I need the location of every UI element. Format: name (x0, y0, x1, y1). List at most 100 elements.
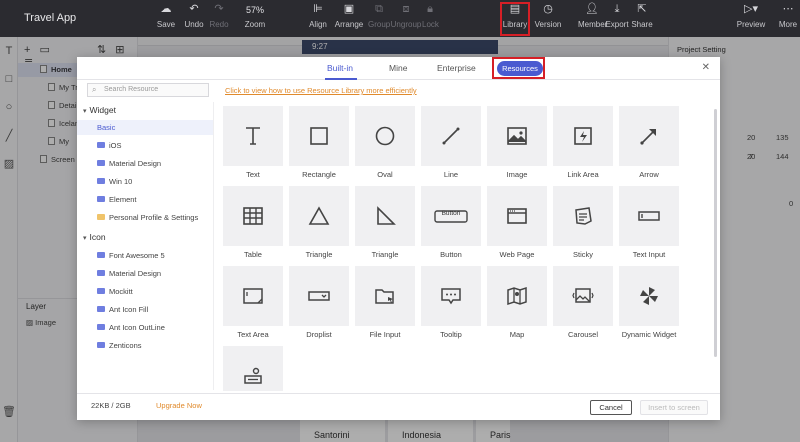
widget-oval[interactable]: Oval (355, 106, 415, 186)
category-personal-profile[interactable]: Personal Profile & Settings (77, 210, 213, 225)
export-button[interactable]: ⤓ Export (605, 4, 629, 29)
text-area-icon (243, 288, 263, 304)
tooltip-icon (441, 288, 461, 305)
widget-grid: Text Rectangle Oval Line Image Link Area… (223, 106, 715, 391)
align-button[interactable]: ⊫ Align (306, 4, 330, 29)
widget-button[interactable]: Button Button (421, 186, 481, 266)
widget-line[interactable]: Line (421, 106, 481, 186)
group-icon: ⧉ (375, 3, 383, 15)
widget-rectangle[interactable]: Rectangle (289, 106, 349, 186)
pinwheel-icon (640, 287, 658, 305)
widget-text[interactable]: Text (223, 106, 283, 186)
widget-image[interactable]: Image (487, 106, 547, 186)
category-ant-icon-outline[interactable]: Ant Icon OutLine (77, 320, 213, 335)
save-button[interactable]: ☁ Save (155, 4, 177, 29)
undo-button[interactable]: ↶ Undo (183, 4, 205, 29)
version-button[interactable]: ◷ Version (534, 4, 562, 29)
category-font-awesome[interactable]: Font Awesome 5 (77, 248, 213, 263)
widget-triangle[interactable]: Triangle (289, 186, 349, 266)
image-icon (507, 127, 527, 145)
widget-web-page[interactable]: Web Page (487, 186, 547, 266)
text-icon (246, 127, 260, 145)
tab-mine[interactable]: Mine (389, 63, 407, 73)
rectangle-icon (310, 127, 328, 145)
category-material-design-icons[interactable]: Material Design (77, 266, 213, 281)
zoom-value: 57% (245, 5, 264, 15)
lock-icon: 🔒︎ (427, 3, 433, 15)
search-resource-input[interactable]: ⌕ Search Resource (87, 83, 209, 97)
version-icon: ◷ (543, 3, 553, 15)
category-ant-icon-fill[interactable]: Ant Icon Fill (77, 302, 213, 317)
undo-icon: ↶ (189, 3, 199, 15)
widget-text-input[interactable]: Text Input (619, 186, 679, 266)
widget-table[interactable]: Table (223, 186, 283, 266)
help-link[interactable]: Click to view how to use Resource Librar… (225, 86, 417, 95)
cancel-button[interactable]: Cancel (590, 400, 632, 415)
widget-right-triangle[interactable]: Triangle (355, 186, 415, 266)
preview-button[interactable]: ▷▾ Preview (736, 4, 766, 29)
folder-icon (97, 288, 105, 294)
widget-file-input[interactable]: File Input (355, 266, 415, 346)
oval-icon (375, 126, 395, 146)
widget-text-area[interactable]: Text Area (223, 266, 283, 346)
folder-icon (97, 342, 105, 348)
zoom-control[interactable]: 57% Zoom (240, 4, 270, 29)
grid-scrollbar[interactable] (714, 109, 717, 357)
category-sidebar: ▾ Widget Basic iOS Material Design Win 10… (77, 102, 214, 390)
close-icon[interactable]: ✕ (702, 62, 710, 73)
widget-arrow[interactable]: Arrow (619, 106, 679, 186)
insert-to-screen-button[interactable]: Insert to screen (640, 400, 708, 415)
web-page-icon (507, 208, 527, 224)
folder-icon (97, 306, 105, 312)
save-icon: ☁ (160, 3, 172, 15)
widget-tooltip[interactable]: Tooltip (421, 266, 481, 346)
export-icon: ⤓ (614, 3, 620, 15)
lock-button[interactable]: 🔒︎ Lock (422, 3, 439, 29)
line-icon (442, 127, 460, 145)
member-button[interactable]: 👤︎ Member (578, 4, 607, 29)
widget-more[interactable] (223, 346, 283, 391)
widget-link-area[interactable]: Link Area (553, 106, 613, 186)
library-tabs: Built-in Mine Enterprise Resources ✕ (77, 57, 720, 80)
group-button[interactable]: ⧉ Group (368, 4, 390, 29)
widget-droplist[interactable]: Droplist (289, 266, 349, 346)
widget-extra-icon (244, 367, 262, 384)
widget-dynamic[interactable]: Dynamic Widget (619, 266, 679, 346)
tab-built-in[interactable]: Built-in (327, 63, 353, 73)
arrange-button[interactable]: ▣ Arrange (334, 4, 364, 29)
active-tab-indicator (325, 78, 357, 80)
library-highlight-box (500, 2, 530, 36)
category-ios[interactable]: iOS (77, 138, 213, 153)
category-material-design[interactable]: Material Design (77, 156, 213, 171)
category-basic[interactable]: Basic (77, 120, 213, 135)
tab-enterprise[interactable]: Enterprise (437, 63, 476, 73)
top-toolbar: Travel App ☁ Save ↶ Undo ↷ Redo 57% Zoom ⊫ Al… (0, 0, 800, 37)
redo-button[interactable]: ↷ Redo (208, 4, 230, 29)
category-element[interactable]: Element (77, 192, 213, 207)
carousel-icon (572, 288, 594, 303)
folder-icon (97, 178, 105, 184)
folder-icon (97, 214, 105, 220)
icon-section-header[interactable]: ▾ Icon (83, 232, 106, 242)
redo-icon: ↷ (214, 3, 224, 15)
share-button[interactable]: ⇱ Share (630, 4, 654, 29)
table-icon (243, 207, 263, 225)
category-zenticons[interactable]: Zenticons (77, 338, 213, 353)
share-icon: ⇱ (637, 3, 647, 15)
sticky-note-icon (575, 207, 592, 225)
folder-icon (97, 324, 105, 330)
ungroup-button[interactable]: ⧈ Ungroup (390, 4, 422, 29)
category-win10[interactable]: Win 10 (77, 174, 213, 189)
folder-icon (97, 142, 105, 148)
more-button[interactable]: ⋯ More (778, 4, 798, 29)
widget-sticky[interactable]: Sticky (553, 186, 613, 266)
storage-usage: 22KB / 2GB (91, 401, 131, 410)
folder-icon (97, 196, 105, 202)
upgrade-link[interactable]: Upgrade Now (156, 401, 202, 410)
widget-map[interactable]: Map (487, 266, 547, 346)
widget-section-header[interactable]: ▾ Widget (83, 105, 116, 115)
category-mockitt[interactable]: Mockitt (77, 284, 213, 299)
ungroup-icon: ⧈ (402, 3, 410, 15)
widget-carousel[interactable]: Carousel (553, 266, 613, 346)
chevron-down-icon: ▾ (83, 235, 87, 242)
